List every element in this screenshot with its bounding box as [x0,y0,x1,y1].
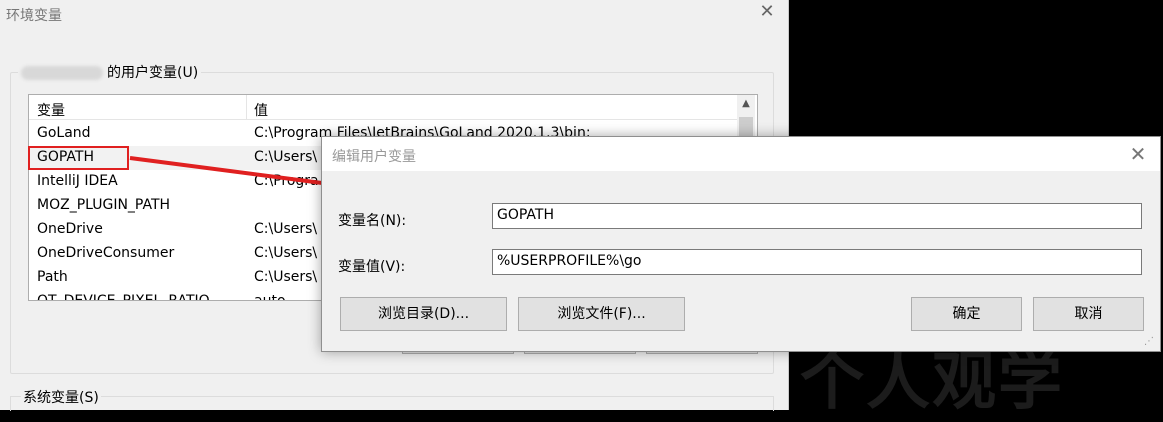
dialog-titlebar[interactable]: 编辑用户变量 ✕ [322,137,1160,171]
variable-name-field[interactable]: GOPATH [492,203,1142,229]
row-name: Path [37,269,68,285]
browse-directory-button[interactable]: 浏览目录(D)... [340,297,507,331]
env-window-title: 环境变量 [6,8,62,24]
cancel-button[interactable]: 取消 [1033,297,1144,331]
column-header-value[interactable]: 值 [254,100,268,120]
resize-grip-icon[interactable]: ⋰ [1144,336,1154,347]
browse-file-button[interactable]: 浏览文件(F)... [518,297,685,331]
variable-name-label: 变量名(N): [338,213,407,229]
variable-value-field[interactable]: %USERPROFILE%\go [492,249,1142,275]
scroll-up-icon[interactable]: ▲ [737,95,755,113]
row-name: GoLand [37,125,91,141]
column-header-name[interactable]: 变量 [37,100,65,120]
user-vars-legend-text: 的用户变量(U) [107,65,199,81]
list-header: 变量 值 [29,95,737,120]
system-vars-group [10,396,774,411]
user-vars-legend: 的用户变量(U) [18,62,202,82]
variable-value-label: 变量值(V): [338,259,406,275]
row-name: OneDriveConsumer [37,245,175,261]
row-value: C:\Users\ [254,245,318,261]
row-value: auto [254,293,286,301]
row-name: MOZ_PLUGIN_PATH [37,197,171,213]
dialog-title: 编辑用户变量 [332,149,416,165]
ok-button[interactable]: 确定 [911,297,1022,331]
blurred-username [21,66,103,80]
row-value: C:\Progra [254,173,319,189]
row-value: C:\Users\ [254,269,318,285]
close-icon[interactable]: ✕ [758,2,776,22]
column-divider[interactable] [246,95,247,119]
system-vars-legend: 系统变量(S) [21,387,101,407]
highlight-box [28,146,129,170]
row-value: C:\Users\ [254,149,318,165]
close-icon[interactable]: ✕ [1127,143,1149,165]
row-name: IntelliJ IDEA [37,173,118,189]
row-name: QT_DEVICE_PIXEL_RATIO [37,293,210,301]
edit-user-variable-dialog: 编辑用户变量 ✕ 变量名(N): GOPATH 变量值(V): %USERPRO… [321,136,1161,352]
row-name: OneDrive [37,221,103,237]
row-value: C:\Users\ [254,221,318,237]
